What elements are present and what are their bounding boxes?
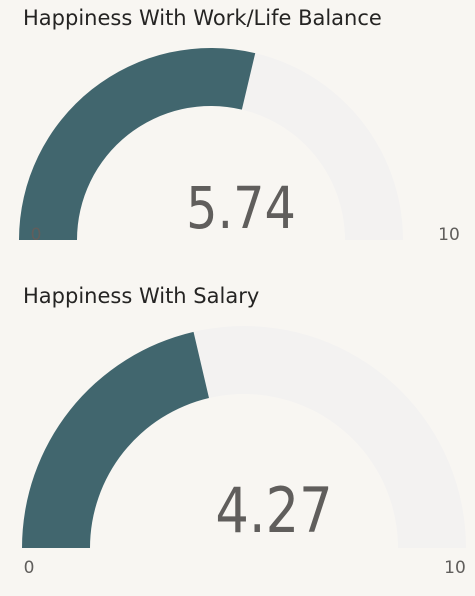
gauge-max-label: 10 <box>438 225 460 245</box>
gauge-min-label: 0 <box>31 225 42 245</box>
gauge-value-label: 4.27 <box>215 475 332 547</box>
gauge-max-label: 10 <box>444 558 466 578</box>
gauge-value-arc <box>22 331 209 548</box>
gauge-min-label: 0 <box>24 558 35 578</box>
gauge-chart: 5.74 0 10 <box>19 48 460 245</box>
gauge-value-label: 5.74 <box>186 174 296 242</box>
gauge-chart: 4.27 0 10 <box>22 326 466 578</box>
gauge-card-work-life-balance: Happiness With Work/Life Balance 5.74 0 … <box>0 0 475 280</box>
gauge-card-salary: Happiness With Salary 4.27 0 10 <box>0 280 475 596</box>
